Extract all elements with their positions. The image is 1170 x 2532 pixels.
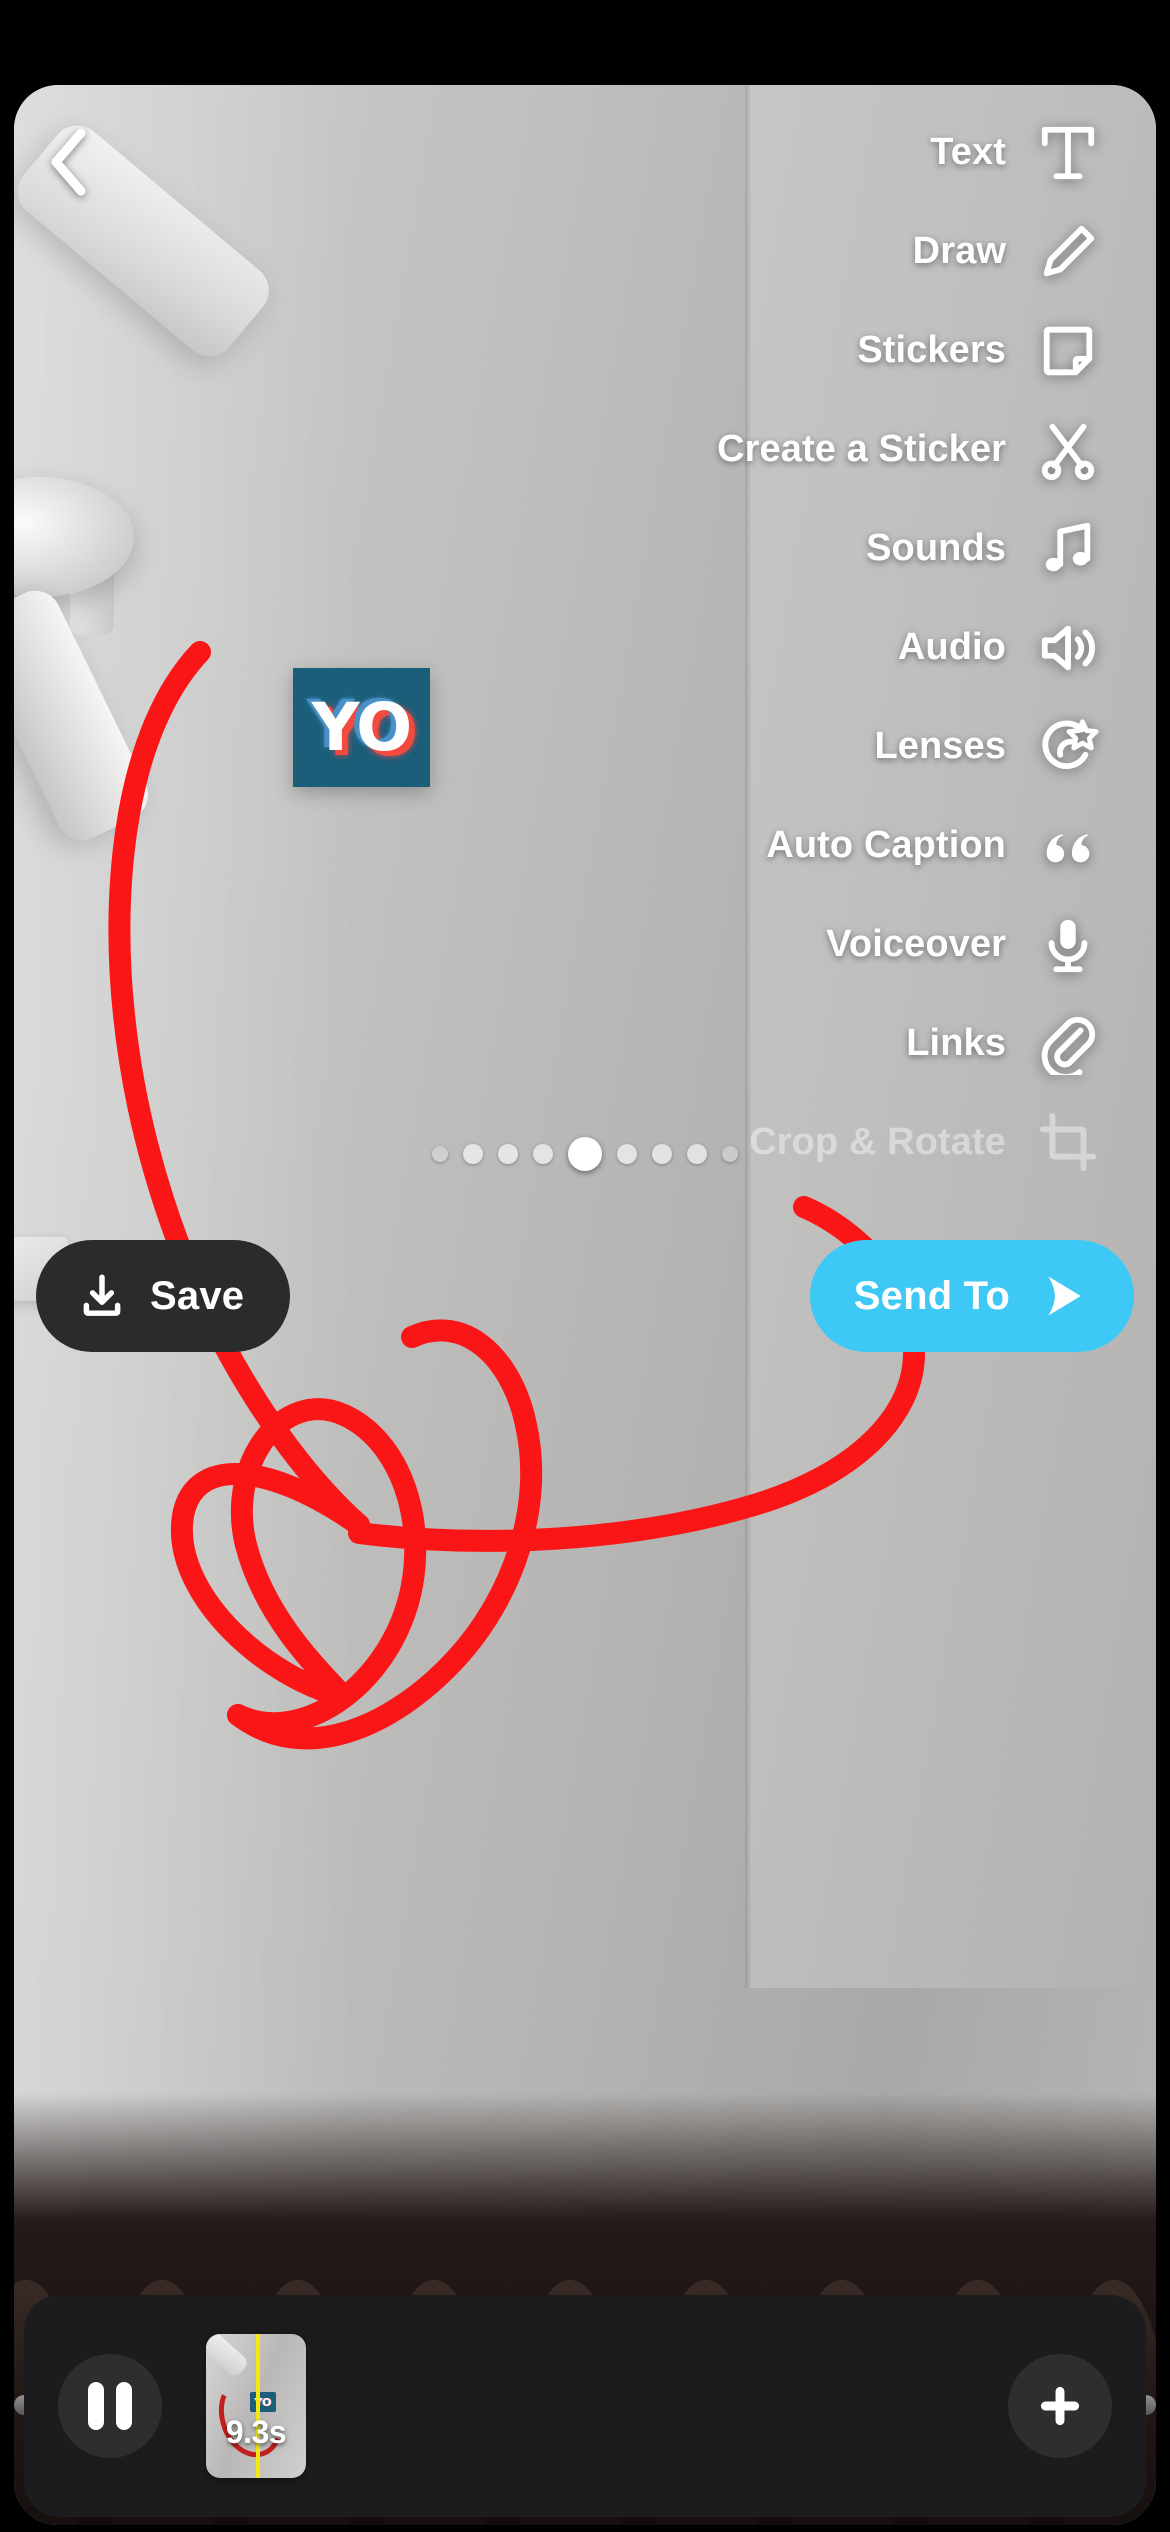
send-to-label: Send To — [853, 1273, 1010, 1318]
page-indicator — [14, 1137, 1156, 1171]
tool-label: Create a Sticker — [717, 428, 1006, 470]
add-clip-button[interactable] — [1008, 2354, 1112, 2458]
play-pause-button[interactable] — [58, 2354, 162, 2458]
tool-sounds[interactable]: Sounds — [456, 499, 1156, 598]
tool-auto-caption[interactable]: Auto Caption — [456, 796, 1156, 895]
tool-links[interactable]: Links — [456, 994, 1156, 1093]
playhead[interactable] — [256, 2334, 260, 2478]
page-dot[interactable] — [617, 1144, 637, 1164]
microphone-icon — [1032, 909, 1104, 981]
yo-sticker[interactable]: YO — [293, 668, 430, 787]
tool-stickers[interactable]: Stickers — [456, 301, 1156, 400]
tool-create-a-sticker[interactable]: Create a Sticker — [456, 400, 1156, 499]
page-dot-active[interactable] — [568, 1137, 602, 1171]
phone-screen: Text Draw Stickers Create a Sticker Soun… — [0, 0, 1170, 2532]
media-viewport[interactable]: Text Draw Stickers Create a Sticker Soun… — [14, 85, 1156, 2525]
clip-strip[interactable]: YO 9.3s — [206, 2334, 1008, 2478]
pencil-icon — [1032, 216, 1104, 288]
save-button[interactable]: Save — [36, 1240, 291, 1352]
page-dot[interactable] — [533, 1144, 553, 1164]
paperclip-icon — [1032, 1008, 1104, 1080]
tools-rail: Text Draw Stickers Create a Sticker Soun… — [456, 103, 1156, 1192]
lens-star-icon — [1032, 711, 1104, 783]
tool-audio[interactable]: Audio — [456, 598, 1156, 697]
tool-label: Audio — [897, 626, 1006, 668]
scissors-icon — [1032, 414, 1104, 486]
page-dot[interactable] — [722, 1146, 738, 1162]
pause-icon — [116, 2382, 132, 2430]
tool-label: Links — [906, 1022, 1006, 1064]
tool-label: Text — [930, 131, 1006, 173]
page-dot[interactable] — [463, 1144, 483, 1164]
yo-sticker-text: YO — [311, 688, 413, 766]
thumb-fan — [206, 2334, 250, 2379]
speaker-icon — [1032, 612, 1104, 684]
tool-lenses[interactable]: Lenses — [456, 697, 1156, 796]
thumb-yo-sticker: YO — [250, 2392, 276, 2412]
page-dot[interactable] — [687, 1144, 707, 1164]
pause-icon — [88, 2382, 104, 2430]
sticker-icon — [1032, 315, 1104, 387]
page-dot[interactable] — [498, 1144, 518, 1164]
tool-label: Stickers — [857, 329, 1006, 371]
music-note-icon — [1032, 513, 1104, 585]
tool-draw[interactable]: Draw — [456, 202, 1156, 301]
clip-duration-label: 9.3s — [225, 2414, 287, 2450]
send-to-button[interactable]: Send To — [809, 1240, 1134, 1352]
tool-label: Auto Caption — [766, 824, 1006, 866]
back-button[interactable] — [30, 123, 108, 201]
tool-label: Voiceover — [826, 923, 1006, 965]
chevron-left-icon — [51, 128, 86, 196]
send-arrow-icon — [1036, 1269, 1090, 1323]
page-dot[interactable] — [652, 1144, 672, 1164]
tool-label: Sounds — [866, 527, 1006, 569]
tool-voiceover[interactable]: Voiceover — [456, 895, 1156, 994]
action-bar: Save Send To — [14, 1240, 1156, 1352]
clip-thumbnail[interactable]: YO 9.3s — [206, 2334, 306, 2478]
tool-label: Lenses — [874, 725, 1006, 767]
page-dot[interactable] — [432, 1146, 448, 1162]
timeline-dock: YO 9.3s — [24, 2295, 1146, 2517]
quote-icon — [1032, 810, 1104, 882]
tool-text[interactable]: Text — [456, 103, 1156, 202]
download-icon — [76, 1270, 128, 1322]
save-label: Save — [150, 1273, 245, 1318]
plus-icon — [1040, 2386, 1080, 2426]
text-icon — [1032, 117, 1104, 189]
tool-label: Draw — [912, 230, 1006, 272]
